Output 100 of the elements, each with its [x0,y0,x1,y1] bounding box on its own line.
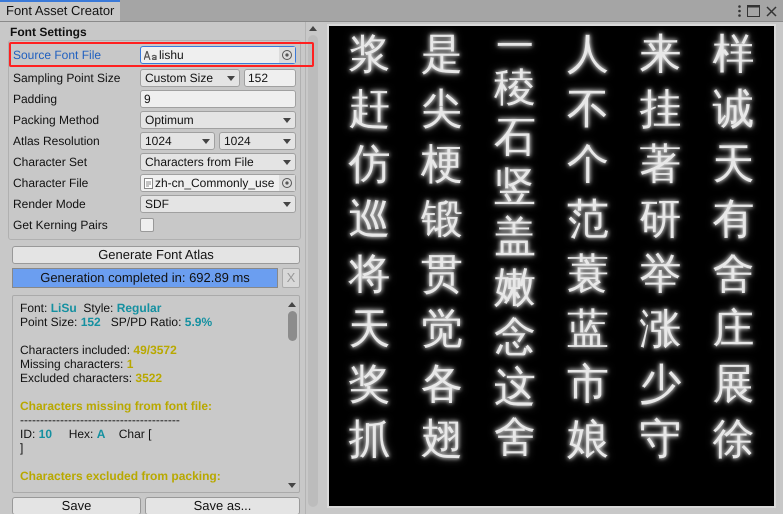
atlas-glyph: 将 [348,252,390,296]
info-label: Point Size: [20,315,78,329]
info-value: LiSu [50,301,77,315]
dropdown[interactable]: 1024 [140,132,215,150]
setting-label: Packing Method [13,112,100,129]
info-value: 49/3572 [133,343,177,357]
file-icon [144,178,153,188]
dropdown-value: 1024 [145,133,172,150]
atlas-glyph: 蓝 [566,307,609,351]
section-title: Font Settings [10,24,87,40]
atlas-glyph: 是 [421,32,464,76]
dropdown-caret-icon [283,202,291,206]
atlas-glyph: 不 [566,87,609,131]
setting-label: Get Kerning Pairs [13,217,109,234]
atlas-glyph: 仿 [348,142,390,186]
atlas-glyph: 浆 [348,32,390,76]
dropdown-value: SDF [145,196,169,213]
setting-label: Atlas Resolution [13,133,101,150]
object-picker-icon[interactable] [279,175,295,191]
info-label: Font: [20,301,48,315]
atlas-glyph: 一 [496,32,534,62]
info-value: 1 [126,357,134,371]
info-label: SP/PD Ratio: [110,315,182,329]
window-tab[interactable]: Font Asset Creator [0,0,120,21]
close-icon[interactable] [766,6,777,16]
save-as-button[interactable]: Save as... [145,497,300,514]
atlas-glyph: 举 [640,252,682,296]
atlas-glyph: 徐 [712,417,755,461]
atlas-glyph: 诚 [712,87,755,131]
atlas-glyph: 抓 [348,417,390,461]
setting-label: Character File [13,175,90,192]
save-button[interactable]: Save [12,497,141,514]
info-value: 152 [80,315,101,329]
setting-label: Character Set [13,154,88,171]
scroll-thumb[interactable] [288,311,296,341]
dropdown[interactable]: 1024 [219,132,296,150]
atlas-glyph: 个 [566,142,609,186]
dropdown[interactable]: Custom Size [140,69,240,87]
atlas-glyph: 贯 [421,252,464,296]
input-field[interactable]: 9 [140,90,296,108]
object-field[interactable]: zh-cn_Commonly_use [140,174,296,192]
setting-label: Sampling Point Size [13,70,122,87]
dropdown-value: Optimum [145,112,194,129]
atlas-glyph: 市 [566,362,609,406]
info-value: 10 [38,427,52,441]
info-label: Char [ [118,427,152,441]
maximize-icon[interactable] [747,5,760,17]
atlas-glyph: 锻 [421,197,464,241]
atlas-glyph: 翅 [421,417,464,461]
info-label: Style: [82,301,114,315]
field-value: zh-cn_Commonly_use [155,175,276,192]
dropdown[interactable]: Characters from File [140,153,296,171]
atlas-glyph: 念 [494,312,536,362]
info-value: 5.9% [184,315,212,329]
atlas-glyph: 挂 [640,87,682,131]
atlas-glyph: 天 [348,307,390,351]
object-field[interactable]: lishu [140,46,296,64]
atlas-glyph: 觉 [421,307,464,351]
dropdown-caret-icon [283,160,291,164]
atlas-glyph: 梗 [421,142,464,186]
scroll-down-arrow-icon[interactable] [288,483,296,488]
atlas-glyph: 石 [494,112,536,162]
atlas-glyph: 娘 [566,417,609,461]
atlas-glyph: 这 [494,362,536,412]
scroll-up-arrow-icon[interactable] [308,26,316,31]
info-value: Regular [116,301,162,315]
atlas-glyph: 嫩 [494,262,536,312]
atlas-glyph: 庄 [712,307,755,351]
info-label: Hex: [68,427,94,441]
dropdown[interactable]: SDF [140,195,296,213]
object-picker-icon[interactable] [279,47,295,63]
atlas-glyph: 样 [712,32,755,76]
atlas-glyph: 赶 [348,87,390,131]
scrollbar-track[interactable] [308,35,318,507]
atlas-glyph: 有 [712,197,755,241]
atlas-glyph: 盖 [494,212,536,262]
info-label: ] [20,441,24,455]
generate-font-atlas-button[interactable]: Generate Font Atlas [12,246,300,264]
more-options-icon[interactable] [738,5,741,17]
dropdown-caret-icon [227,76,235,80]
atlas-glyph: 守 [640,417,682,461]
atlas-glyph: 少 [640,362,682,406]
checkbox[interactable] [140,218,154,232]
info-label: Characters included: [20,343,132,357]
setting-label: Render Mode [13,196,87,213]
dropdown-caret-icon [283,118,291,122]
atlas-glyph: 涨 [640,307,682,351]
info-label: ID: [20,427,36,441]
info-heading: Characters excluded from packing: [20,469,221,483]
dropdown-value: Custom Size [145,70,214,87]
atlas-glyph: 竖 [494,162,536,212]
atlas-glyph: 著 [640,142,682,186]
dropdown[interactable]: Optimum [140,111,296,129]
atlas-glyph: 研 [640,197,682,241]
input-field[interactable]: 152 [244,69,296,87]
dropdown-value: Characters from File [145,154,254,171]
field-value: lishu [159,47,185,64]
font-icon [144,50,157,60]
atlas-glyph: 各 [421,362,464,406]
scroll-up-arrow-icon[interactable] [288,302,296,307]
